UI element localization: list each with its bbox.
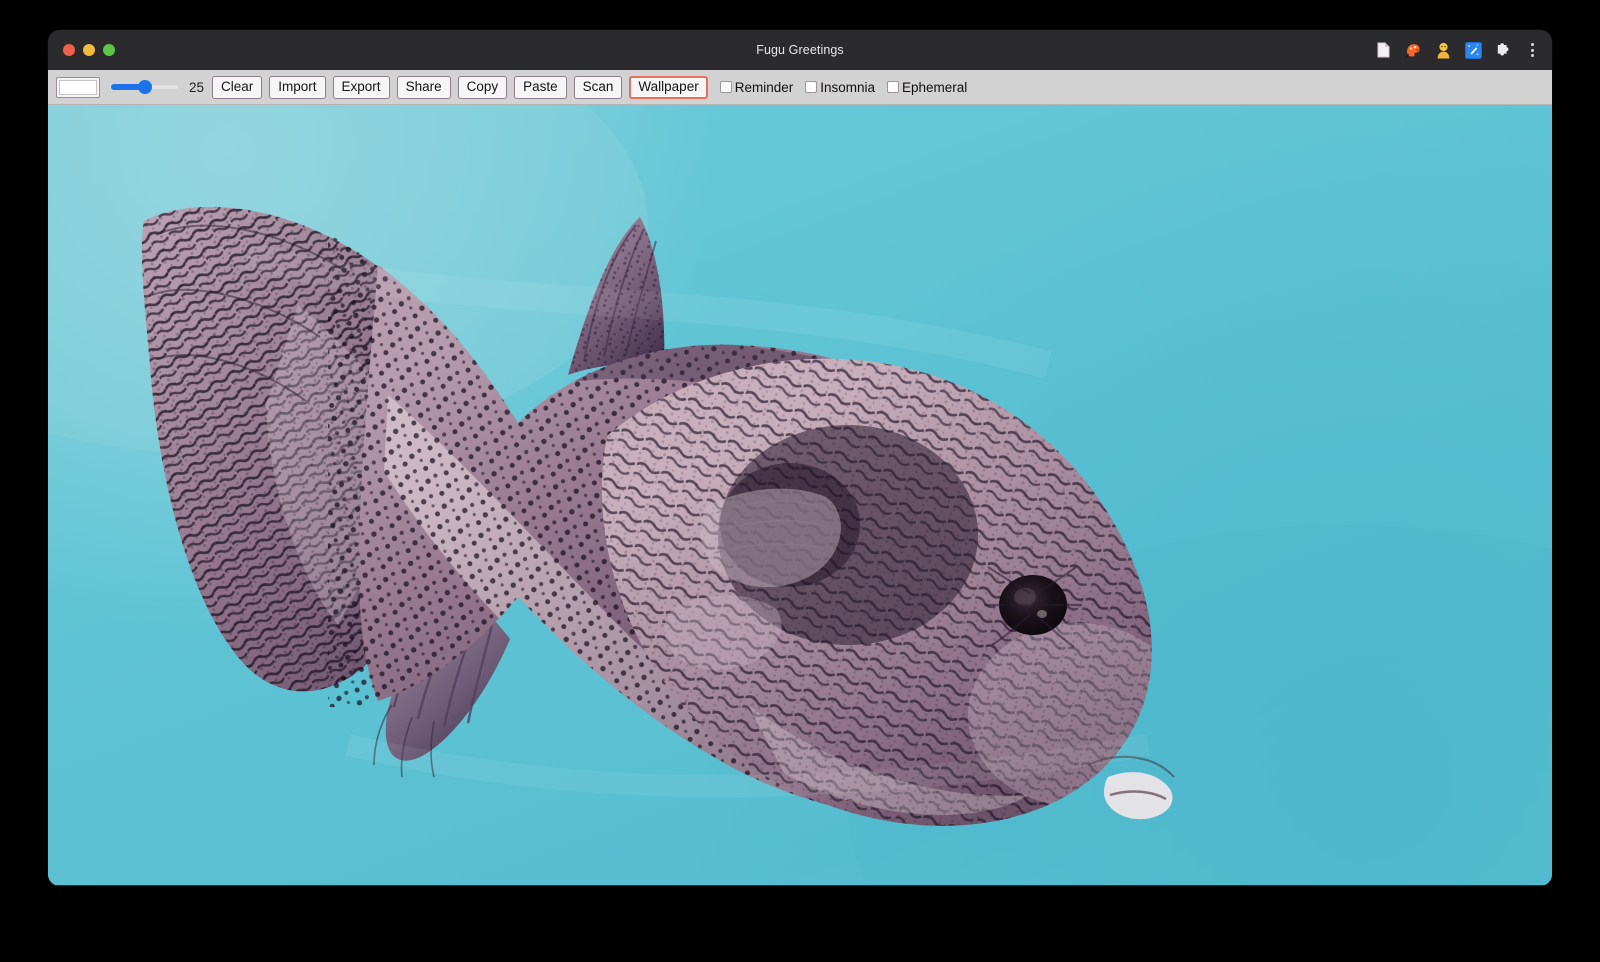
page-icon[interactable] xyxy=(1374,41,1393,60)
insomnia-checkbox-box[interactable] xyxy=(805,81,817,93)
profile-avatar-icon[interactable] xyxy=(1434,41,1453,60)
more-vertical-icon[interactable] xyxy=(1524,41,1540,60)
puzzle-extensions-icon[interactable] xyxy=(1494,41,1513,60)
palette-icon[interactable] xyxy=(1404,41,1423,60)
titlebar-icon-tray xyxy=(1374,30,1540,70)
share-button[interactable]: Share xyxy=(397,76,451,99)
wallpaper-button[interactable]: Wallpaper xyxy=(629,76,707,99)
line-width-slider[interactable] xyxy=(111,77,179,98)
slider-thumb[interactable] xyxy=(138,80,152,94)
close-window-button[interactable] xyxy=(63,44,75,56)
insomnia-checkbox[interactable]: Insomnia xyxy=(805,80,875,95)
ephemeral-checkbox-label: Ephemeral xyxy=(902,80,967,95)
slider-value-label: 25 xyxy=(186,80,204,95)
window-titlebar: Fugu Greetings xyxy=(48,30,1552,70)
extension-badge-icon[interactable] xyxy=(1464,41,1483,60)
window-title: Fugu Greetings xyxy=(48,43,1552,57)
desktop-background: Fugu Greetings xyxy=(0,0,1600,962)
color-picker-preview xyxy=(59,80,97,95)
window-controls xyxy=(48,44,115,56)
insomnia-checkbox-label: Insomnia xyxy=(820,80,875,95)
paste-button[interactable]: Paste xyxy=(514,76,567,99)
color-picker-swatch[interactable] xyxy=(56,77,100,98)
app-toolbar: 25 Clear Import Export Share Copy Paste … xyxy=(48,70,1552,105)
reminder-checkbox[interactable]: Reminder xyxy=(720,80,794,95)
minimize-window-button[interactable] xyxy=(83,44,95,56)
maximize-window-button[interactable] xyxy=(103,44,115,56)
reminder-checkbox-box[interactable] xyxy=(720,81,732,93)
ephemeral-checkbox[interactable]: Ephemeral xyxy=(887,80,967,95)
clear-button[interactable]: Clear xyxy=(212,76,262,99)
pufferfish-photo xyxy=(48,105,1552,885)
import-button[interactable]: Import xyxy=(269,76,325,99)
export-button[interactable]: Export xyxy=(333,76,390,99)
app-window: Fugu Greetings xyxy=(48,30,1552,886)
scan-button[interactable]: Scan xyxy=(574,76,623,99)
ephemeral-checkbox-box[interactable] xyxy=(887,81,899,93)
copy-button[interactable]: Copy xyxy=(458,76,508,99)
reminder-checkbox-label: Reminder xyxy=(735,80,794,95)
drawing-canvas[interactable] xyxy=(48,105,1552,885)
